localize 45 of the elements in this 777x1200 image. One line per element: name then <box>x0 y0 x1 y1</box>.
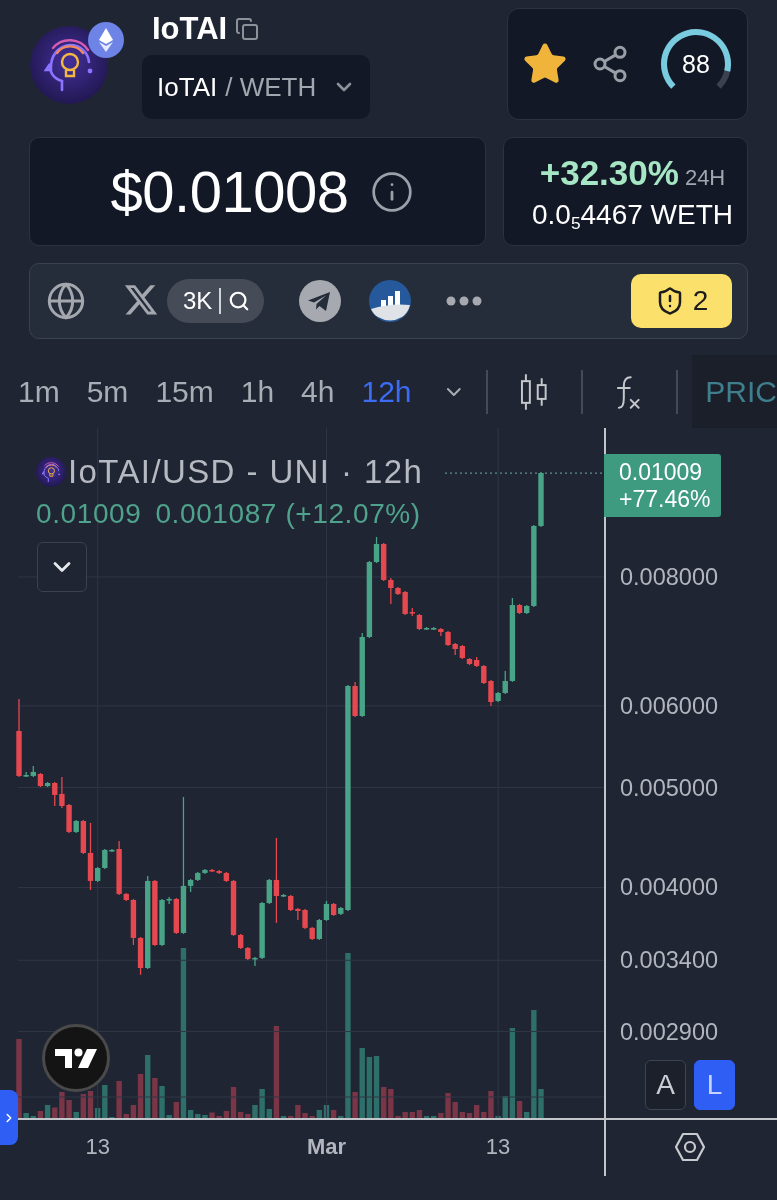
price-value: $0.01008 <box>110 158 349 225</box>
alerts-button[interactable]: 2 <box>631 274 732 328</box>
pair-selector[interactable]: IoTAI / WETH <box>142 55 370 119</box>
token-name: IoTAI <box>152 10 228 48</box>
legend-change: 0.001087 (+12.07%) <box>155 498 421 530</box>
timeframe-tab[interactable]: 5m <box>86 374 129 409</box>
price-axis-label: 0.008000 <box>620 563 719 591</box>
price-axis-label: 0.002900 <box>620 1018 719 1046</box>
time-axis-label: 13 <box>485 1134 511 1160</box>
tag-price: 0.01009 <box>619 459 704 486</box>
globe-icon[interactable] <box>46 281 86 321</box>
change-percent: +32.30% <box>539 152 679 193</box>
side-panel-toggle[interactable] <box>0 1090 18 1145</box>
settings-icon[interactable] <box>674 1131 706 1163</box>
tag-change: +77.46% <box>619 486 712 513</box>
timeframe-tab[interactable]: 1h <box>240 374 275 409</box>
copy-icon[interactable] <box>235 17 260 41</box>
score-value: 88 <box>682 49 710 79</box>
scale-mode-button[interactable]: L <box>694 1060 735 1110</box>
scale-mode-button[interactable]: A <box>645 1060 686 1110</box>
info-icon[interactable] <box>370 169 415 214</box>
indicator-tab[interactable]: PRIC <box>692 355 777 428</box>
time-axis-label: 13 <box>85 1134 110 1160</box>
price-axis-label: 0.004000 <box>620 874 719 901</box>
follower-count-button[interactable]: 3K <box>167 279 265 323</box>
change-period: 24H <box>684 164 726 191</box>
bar-chart-circle-icon[interactable] <box>369 280 412 322</box>
more-icon[interactable] <box>446 296 483 306</box>
logo-badge-icon[interactable] <box>42 1024 110 1092</box>
collapse-button[interactable] <box>37 542 87 592</box>
search-icon <box>228 290 251 312</box>
price-axis-label: 0.006000 <box>620 692 719 720</box>
candlestick-icon[interactable] <box>519 371 549 412</box>
native-price: 0.0$_{5}$4467 WETH <box>531 198 734 231</box>
paper-plane-icon[interactable] <box>299 280 342 322</box>
legend-last-price: 0.01009 <box>36 498 142 530</box>
time-axis-label: Mar <box>306 1134 347 1160</box>
chart-symbol-title: IoTAI/USD - UNI · 12h <box>68 453 424 491</box>
diamond-badge-icon <box>88 22 124 58</box>
head-bulb-icon <box>36 457 66 487</box>
timeframe-tab[interactable]: 4h <box>301 374 335 409</box>
timeframe-tab[interactable]: 15m <box>155 374 214 409</box>
timeframe-tab[interactable]: 1m <box>18 374 60 409</box>
price-axis-label: 0.003400 <box>620 946 719 974</box>
price-axis-label: 0.005000 <box>620 774 719 802</box>
